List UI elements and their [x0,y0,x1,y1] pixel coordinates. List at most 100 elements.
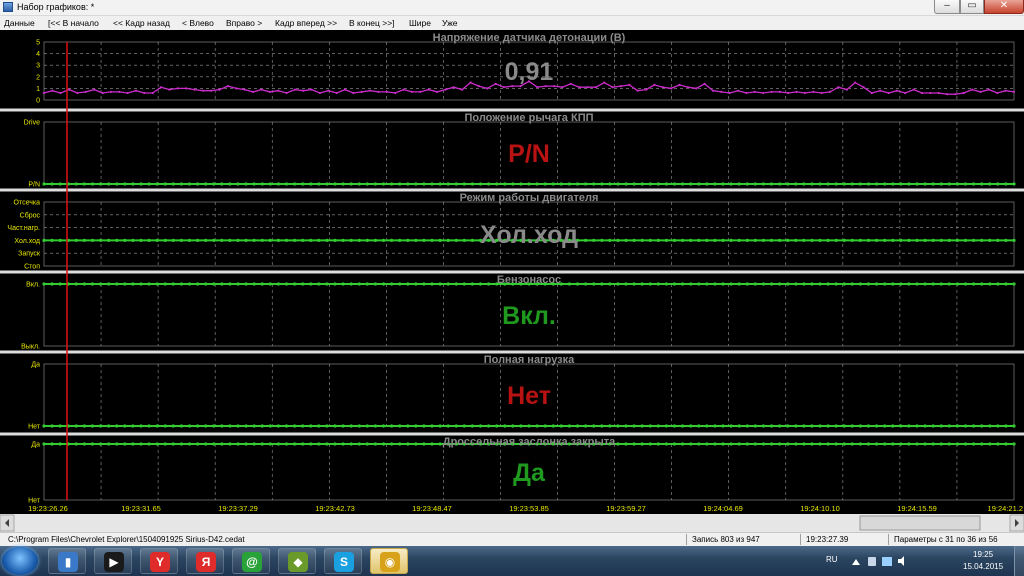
menu-frame-back[interactable]: << Кадр назад [113,17,170,29]
state-point [446,182,450,186]
taskbar-app-explorer-files[interactable]: ▮ [48,548,86,574]
volume-icon[interactable] [898,556,904,566]
chevrolet-explorer-icon: ◉ [380,552,400,572]
state-point [123,424,127,428]
state-point [228,424,232,428]
menu-go-end[interactable]: В конец >>] [349,17,395,29]
data-point [703,82,706,85]
state-point [697,182,701,186]
scroll-thumb[interactable] [859,515,981,531]
state-point [753,182,757,186]
y-tick-label: 1 [36,86,40,93]
minimize-button[interactable]: – [934,0,960,14]
state-point [309,282,313,286]
data-point [226,85,230,88]
state-point [575,424,580,428]
menu-wider[interactable]: Шире [409,17,431,29]
state-point [462,282,466,286]
state-point [196,238,200,242]
state-point [761,424,766,428]
state-point [923,282,927,286]
state-point [656,238,660,242]
network-icon[interactable] [882,557,892,566]
data-point [477,85,480,88]
state-point [632,442,636,446]
state-point [802,424,806,428]
flag-icon[interactable] [868,557,876,566]
y-tick-label: Запуск [18,251,41,258]
y-tick-label: Да [31,442,40,449]
state-point [438,424,442,428]
taskbar-app-chevrolet-explorer[interactable]: ◉ [370,548,408,574]
data-point [352,91,355,95]
state-point [826,442,830,446]
state-point [664,238,669,242]
state-point [301,442,305,446]
state-point [519,424,523,428]
state-point [187,442,192,446]
data-point [101,91,104,95]
data-point [68,88,71,91]
state-point [624,442,628,446]
menu-left[interactable]: < Влево [182,17,214,29]
state-point [470,238,474,242]
state-point [495,182,499,186]
data-point [268,90,271,93]
data-point [327,89,330,92]
menu-right[interactable]: Вправо > [226,17,262,29]
state-point [82,238,86,242]
taskbar-app-at-messenger[interactable]: @ [232,548,270,574]
data-point [318,91,321,95]
state-point [357,182,361,186]
maximize-button[interactable]: ▭ [960,0,984,14]
state-point [721,282,725,286]
data-point [235,87,238,90]
state-point [179,282,183,286]
state-point [58,424,62,428]
menu-narrower[interactable]: Уже [442,17,458,29]
state-point [907,182,911,186]
data-point [126,91,129,95]
state-point [204,182,208,186]
start-button[interactable] [2,547,38,575]
menu-go-start[interactable]: [<< В начало [48,17,99,29]
state-point [689,442,693,446]
menu-frame-forward[interactable]: Кадр вперед >> [275,17,337,29]
show-hidden-icons-icon[interactable] [852,559,860,565]
menu-data[interactable]: Данные [4,17,35,29]
state-point [972,282,976,286]
state-point [705,424,709,428]
state-point [341,238,345,242]
taskbar-app-yandex-browser[interactable]: Y [140,548,178,574]
state-point [648,238,652,242]
state-point [947,424,951,428]
show-desktop-button[interactable] [1014,546,1024,576]
state-point [753,282,757,286]
state-point [341,282,345,286]
state-point [584,424,588,428]
taskbar-app-media-player[interactable]: ▶ [94,548,132,574]
data-point [335,91,338,95]
state-point [131,442,135,446]
state-point [487,424,491,428]
state-point [632,282,636,286]
horizontal-scrollbar[interactable] [0,514,1024,532]
close-button[interactable]: ✕ [984,0,1024,14]
taskbar-app-yandex-search[interactable]: Я [186,548,224,574]
state-point [139,424,143,428]
state-point [955,424,960,428]
state-point [430,424,434,428]
clock-date[interactable]: 15.04.2015 [963,562,1003,571]
data-point [51,89,54,92]
clock-time[interactable]: 19:25 [973,550,993,559]
state-point [672,182,677,186]
chart-area[interactable]: 0 1 2 3 4 5 Напряжение датчика детонации (В) 0,… [0,30,1024,514]
language-indicator[interactable]: RU [826,555,838,564]
state-point [107,442,111,446]
state-point [947,182,951,186]
taskbar-app-skype[interactable]: S [324,548,362,574]
state-point [834,238,838,242]
taskbar-app-utility-app[interactable]: ◆ [278,548,316,574]
state-point [567,282,572,286]
panel-title: Бензонасос [497,274,561,286]
